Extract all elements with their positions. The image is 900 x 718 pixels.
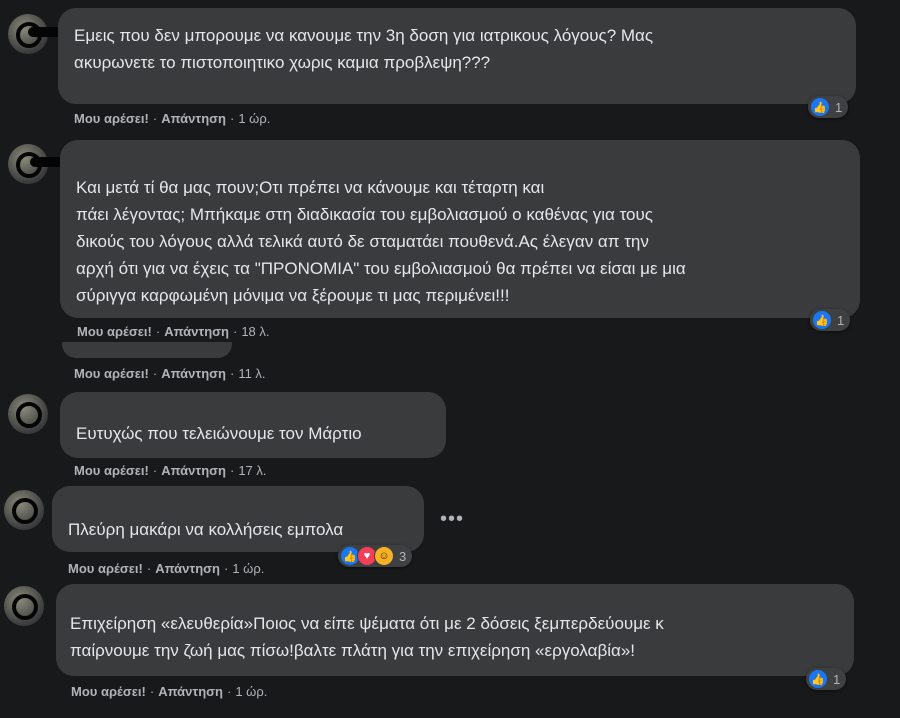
comment-actions: Μου αρέσει! · Απάντηση · 1 ώρ. — [68, 561, 264, 576]
more-options-button[interactable]: ••• — [440, 508, 464, 531]
like-icon: 👍 — [808, 669, 828, 689]
separator: · — [149, 684, 155, 699]
like-icon: 👍 — [812, 310, 832, 330]
covered-comment-bubble — [62, 342, 232, 358]
reaction-count: 1 — [837, 312, 845, 328]
avatar[interactable] — [4, 490, 44, 530]
reply-link[interactable]: Απάντηση — [161, 111, 226, 126]
separator: · — [152, 463, 158, 478]
separator: · — [229, 366, 235, 381]
reaction-summary[interactable]: 👍 ♥ ☺ 3 — [338, 545, 413, 567]
separator: · — [226, 684, 232, 699]
separator: · — [152, 366, 158, 381]
avatar[interactable] — [8, 394, 48, 434]
like-link[interactable]: Μου αρέσει! — [71, 684, 146, 699]
like-link[interactable]: Μου αρέσει! — [74, 366, 149, 381]
comment-bubble: Ευτυχώς που τελειώνουμε τον Μάρτιο — [60, 392, 446, 458]
timestamp[interactable]: 18 λ. — [241, 324, 269, 339]
like-link[interactable]: Μου αρέσει! — [77, 324, 152, 339]
comment-bubble: Πλεύρη μακάρι να κολλήσεις εμπολα — [52, 486, 424, 552]
like-link[interactable]: Μου αρέσει! — [74, 463, 149, 478]
like-icon: 👍 — [810, 97, 830, 117]
comment-actions: Μου αρέσει! · Απάντηση · 17 λ. — [74, 463, 267, 478]
reply-link[interactable]: Απάντηση — [161, 463, 226, 478]
reaction-count: 1 — [833, 671, 841, 687]
comment-actions: Μου αρέσει! · Απάντηση · 18 λ. — [77, 324, 270, 339]
comment-bubble: Εμεις που δεν μπορουμε να κανουμε την 3η… — [58, 8, 856, 104]
reply-link[interactable]: Απάντηση — [161, 366, 226, 381]
timestamp[interactable]: 1 ώρ. — [232, 561, 264, 576]
reply-link[interactable]: Απάντηση — [155, 561, 220, 576]
comment-actions: Μου αρέσει! · Απάντηση · 1 ώρ. — [74, 111, 270, 126]
redaction-scribble — [12, 498, 38, 524]
comment-bubble: Και μετά τί θα μας πουν;Οτι πρέπει να κά… — [60, 140, 860, 318]
reaction-count: 3 — [399, 548, 407, 564]
reply-link[interactable]: Απάντηση — [158, 684, 223, 699]
reaction-count: 1 — [835, 99, 843, 115]
timestamp[interactable]: 11 λ. — [238, 366, 265, 381]
timestamp[interactable]: 1 ώρ. — [238, 111, 270, 126]
haha-icon: ☺ — [374, 546, 394, 566]
redaction-scribble — [12, 594, 38, 620]
like-link[interactable]: Μου αρέσει! — [74, 111, 149, 126]
reply-link[interactable]: Απάντηση — [164, 324, 229, 339]
like-link[interactable]: Μου αρέσει! — [68, 561, 143, 576]
separator: · — [152, 111, 158, 126]
comment-actions: Μου αρέσει! · Απάντηση · 1 ώρ. — [71, 684, 267, 699]
comment-actions: Μου αρέσει! · Απάντηση · 11 λ. — [74, 366, 266, 381]
timestamp[interactable]: 17 λ. — [238, 463, 266, 478]
separator: · — [229, 111, 235, 126]
separator: · — [232, 324, 238, 339]
comment-bubble: Επιχείρηση «ελευθερία»Ποιος να είπε ψέμα… — [56, 584, 854, 676]
separator: · — [223, 561, 229, 576]
avatar[interactable] — [4, 586, 44, 626]
separator: · — [229, 463, 235, 478]
redaction-scribble — [16, 402, 42, 428]
timestamp[interactable]: 1 ώρ. — [235, 684, 267, 699]
reaction-summary[interactable]: 👍 1 — [810, 309, 851, 331]
separator: · — [146, 561, 152, 576]
separator: · — [155, 324, 161, 339]
reaction-summary[interactable]: 👍 1 — [806, 668, 847, 690]
reaction-summary[interactable]: 👍 1 — [808, 96, 849, 118]
